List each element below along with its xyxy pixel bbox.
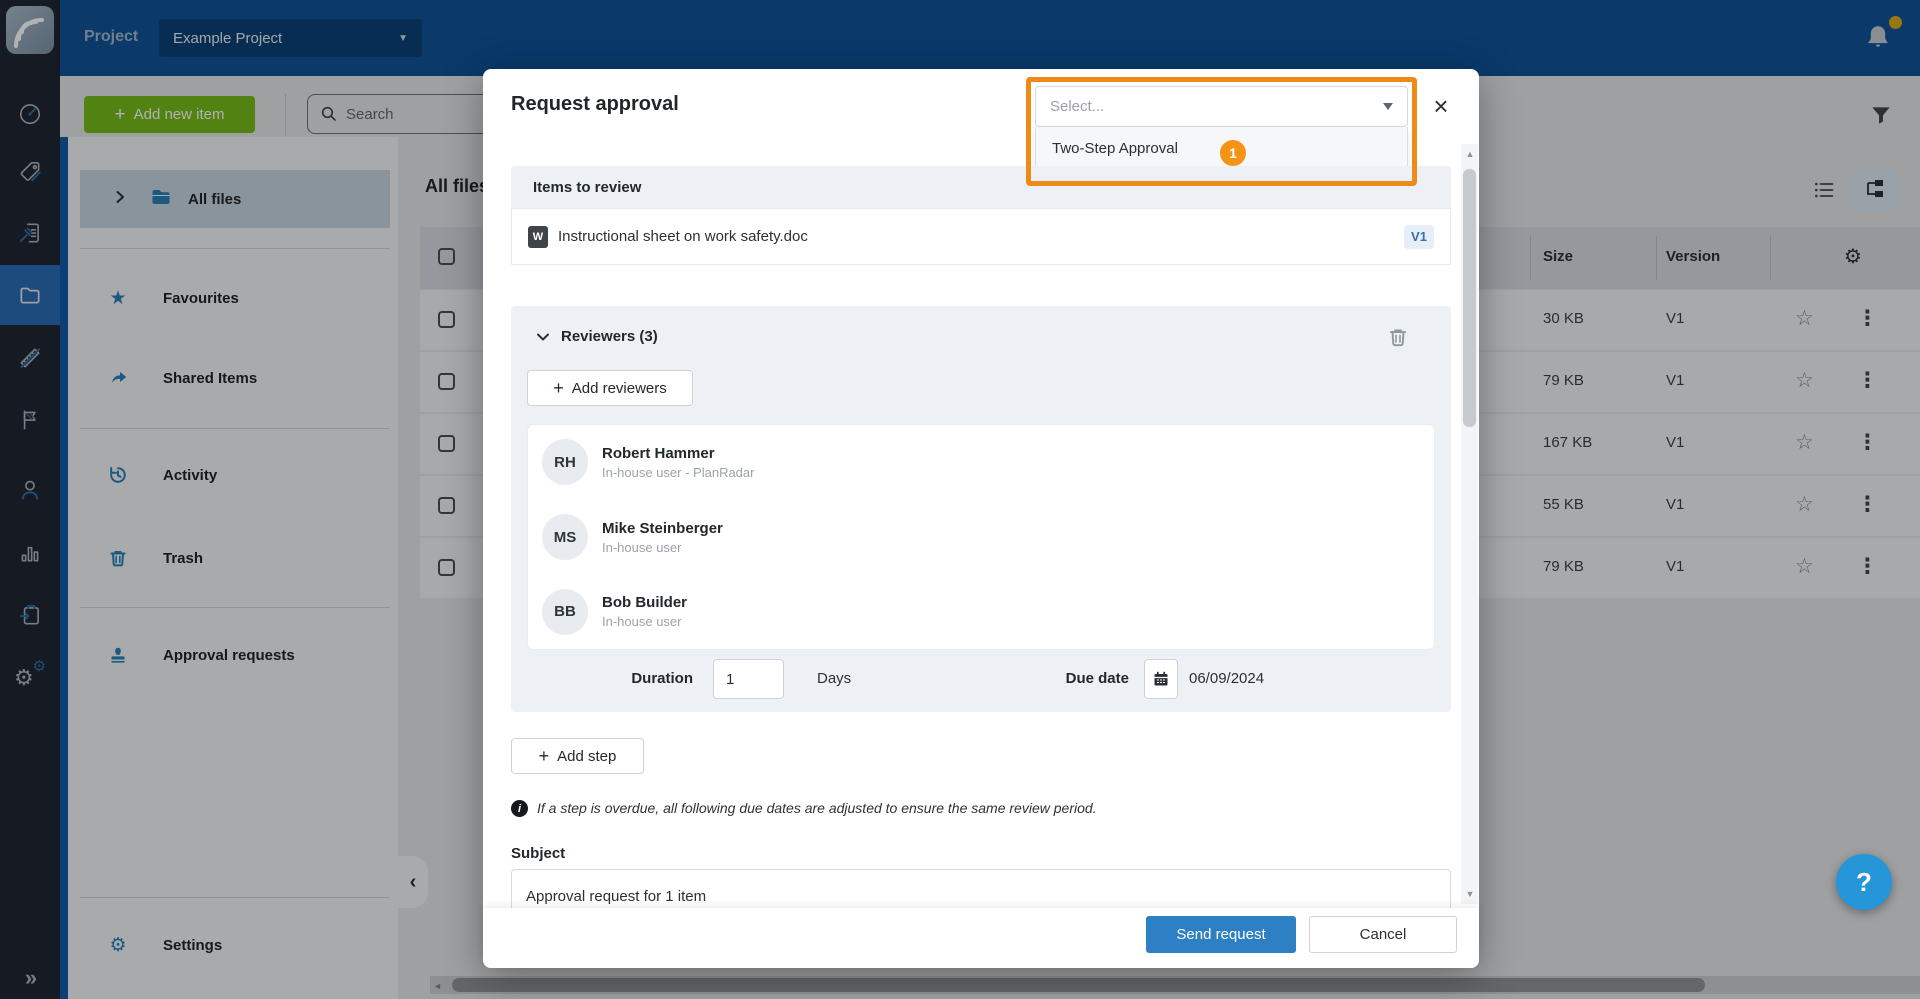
cancel-button[interactable]: Cancel [1309, 916, 1457, 953]
reviewers-label: Reviewers (3) [561, 328, 658, 345]
modal-title: Request approval [511, 93, 679, 116]
reviewers-list-card: RH Robert Hammer In-house user - PlanRad… [527, 424, 1435, 650]
duration-label: Duration [611, 670, 693, 687]
info-icon: i [511, 800, 528, 817]
workflow-select[interactable]: Select... [1035, 86, 1408, 127]
delete-step-trash-icon[interactable] [1387, 326, 1411, 350]
avatar: BB [542, 589, 588, 635]
app-root: Project Example Project ▼ [0, 0, 1920, 999]
reviewer-subtitle: In-house user [602, 614, 687, 629]
reviewer-row: BB Bob Builder In-house user [528, 574, 1434, 649]
duration-input[interactable] [713, 659, 784, 699]
modal-scrollbar-thumb[interactable] [1463, 169, 1476, 427]
items-to-review-label: Items to review [511, 166, 1451, 208]
request-approval-modal: Request approval × Select... Two-Step Ap… [483, 69, 1479, 968]
reviewer-subtitle: In-house user - PlanRadar [602, 465, 754, 480]
reviewer-row: MS Mike Steinberger In-house user [528, 500, 1434, 575]
avatar: RH [542, 439, 588, 485]
items-to-review-section: Items to review W Instructional sheet on… [511, 166, 1451, 265]
chevron-down-icon [535, 329, 551, 345]
due-date-label: Due date [1051, 670, 1129, 687]
reviewer-name: Mike Steinberger [602, 520, 723, 537]
add-step-button[interactable]: + Add step [511, 738, 644, 774]
reviewer-name: Robert Hammer [602, 445, 754, 462]
close-icon[interactable]: × [1426, 91, 1456, 121]
info-note: If a step is overdue, all following due … [537, 800, 1417, 816]
plus-icon: + [539, 746, 550, 767]
add-reviewers-button[interactable]: + Add reviewers [527, 370, 693, 406]
chevron-down-icon [1383, 103, 1393, 110]
send-request-button[interactable]: Send request [1146, 916, 1296, 953]
reviewers-collapse-toggle[interactable]: Reviewers (3) [535, 328, 658, 345]
duration-unit: Days [817, 670, 851, 687]
calendar-icon[interactable] [1144, 659, 1178, 699]
reviewer-name: Bob Builder [602, 594, 687, 611]
reviewer-subtitle: In-house user [602, 540, 723, 555]
review-file-row: W Instructional sheet on work safety.doc… [511, 208, 1451, 265]
reviewers-step-section: Reviewers (3) + Add reviewers RH Robert … [511, 306, 1451, 712]
file-name: Instructional sheet on work safety.doc [558, 228, 808, 245]
plus-icon: + [553, 378, 564, 399]
help-button[interactable]: ? [1836, 854, 1892, 910]
modal-footer: Send request Cancel [483, 908, 1479, 968]
workflow-select-placeholder: Select... [1050, 98, 1104, 115]
word-doc-icon: W [528, 226, 548, 248]
reviewer-row: RH Robert Hammer In-house user - PlanRad… [528, 425, 1434, 500]
scroll-down-arrow-icon[interactable]: ▼ [1464, 889, 1476, 899]
subject-label: Subject [511, 845, 565, 862]
avatar: MS [542, 514, 588, 560]
version-badge: V1 [1404, 225, 1434, 249]
scroll-up-arrow-icon[interactable]: ▲ [1464, 149, 1476, 159]
due-date-value: 06/09/2024 [1189, 670, 1264, 687]
workflow-option-two-step[interactable]: Two-Step Approval [1036, 127, 1407, 169]
